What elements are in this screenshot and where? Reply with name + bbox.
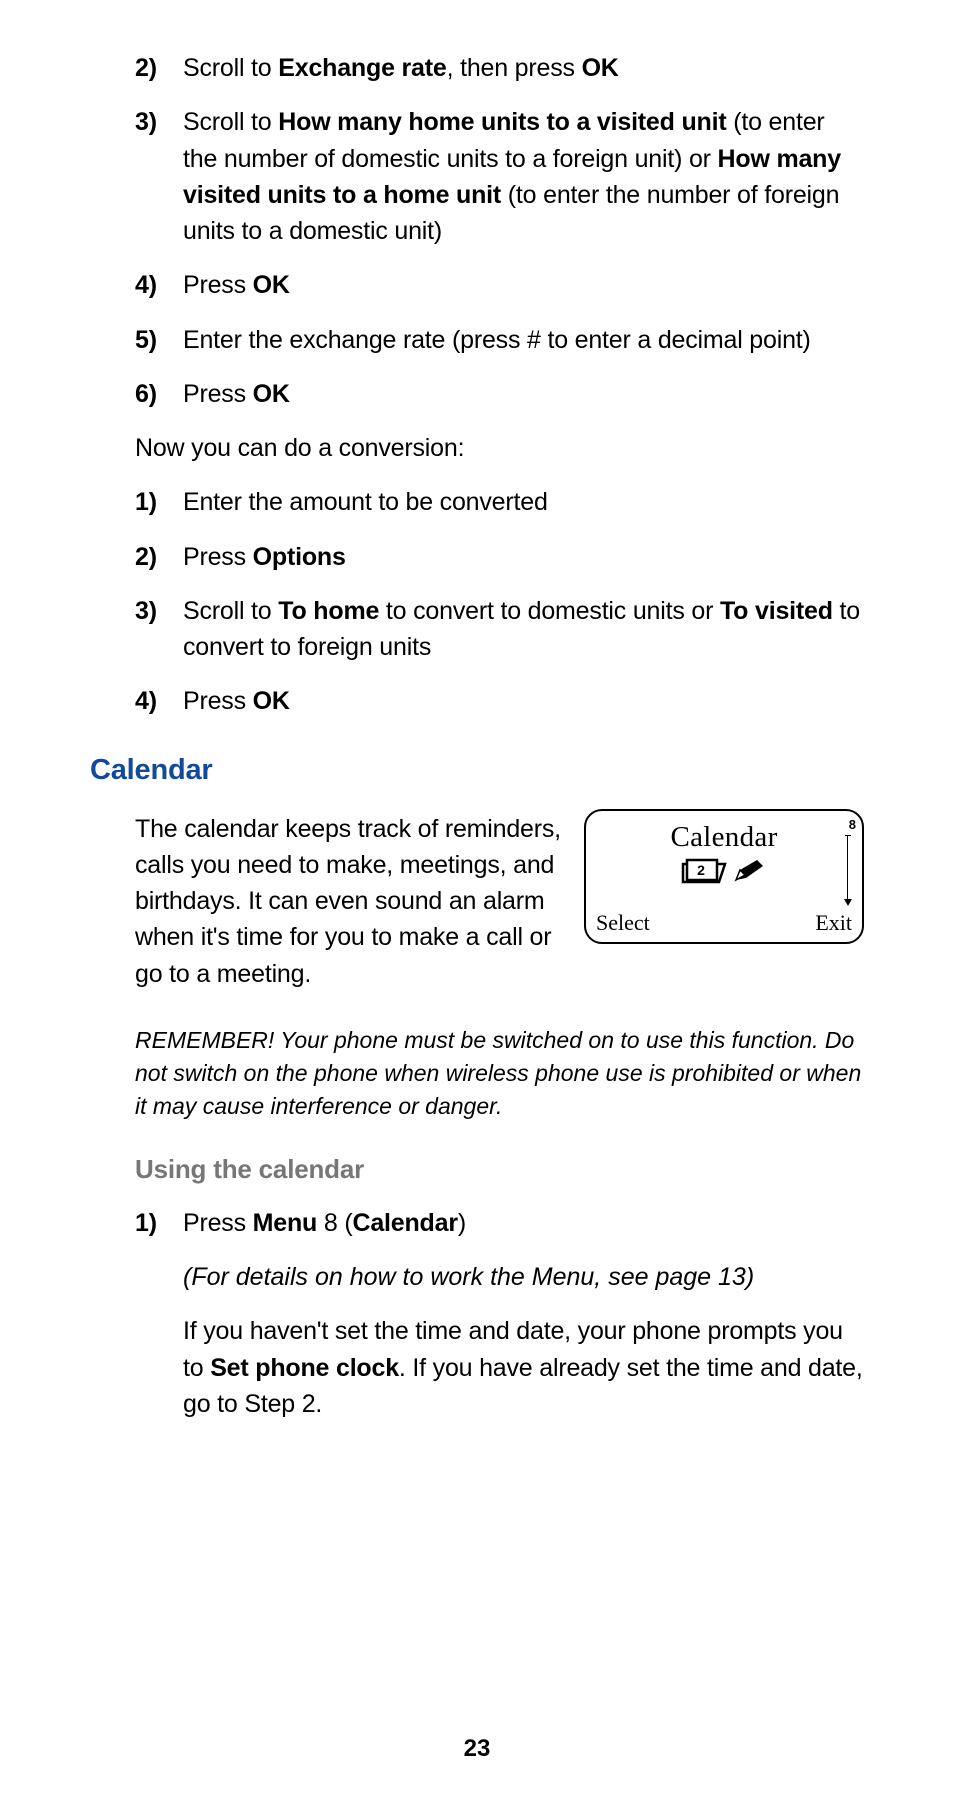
using-step-1: 1) Press Menu 8 (Calendar) [135,1205,864,1241]
menu-number: 8 [849,817,856,832]
step-a2: 2) Scroll to Exchange rate, then press O… [135,50,864,86]
step-text: Scroll to Exchange rate, then press OK [183,50,619,86]
phone-screen-icons: 2 [586,858,862,884]
phone-softkeys: Select Exit [596,910,852,936]
calendar-intro: The calendar keeps track of reminders, c… [135,811,562,992]
step-number: 3) [135,593,183,666]
step-number: 2) [135,50,183,86]
step-text: Press OK [183,267,290,303]
step-text: Enter the amount to be converted [183,484,548,520]
step-a6: 6) Press OK [135,376,864,412]
bridge-text: Now you can do a conversion: [135,430,864,466]
step-text: Scroll to How many home units to a visit… [183,104,864,249]
step-text: Press Options [183,539,346,575]
pencil-icon [733,858,767,884]
step-a3: 3) Scroll to How many home units to a vi… [135,104,864,249]
using-step-1-note: (For details on how to work the Menu, se… [183,1259,864,1295]
step-text: Scroll to To home to convert to domestic… [183,593,864,666]
phone-screen-title: Calendar [586,821,862,854]
step-a5: 5) Enter the exchange rate (press # to e… [135,322,864,358]
step-text: Press Menu 8 (Calendar) [183,1205,466,1241]
subsection-using-calendar: Using the calendar [135,1154,864,1185]
step-text: Press OK [183,376,290,412]
manual-page: 2) Scroll to Exchange rate, then press O… [0,0,954,1803]
svg-text:2: 2 [697,862,705,878]
using-step-1-para: If you haven't set the time and date, yo… [183,1313,864,1422]
step-b3: 3) Scroll to To home to convert to domes… [135,593,864,666]
remember-note: REMEMBER! Your phone must be switched on… [135,1024,864,1124]
softkey-exit: Exit [815,910,852,936]
step-number: 1) [135,484,183,520]
step-number: 6) [135,376,183,412]
calendar-page-icon: 2 [681,858,727,884]
step-number: 4) [135,267,183,303]
calendar-content: The calendar keeps track of reminders, c… [90,807,864,1423]
step-text: Enter the exchange rate (press # to ente… [183,322,811,358]
step-b4: 4) Press OK [135,683,864,719]
calendar-intro-row: The calendar keeps track of reminders, c… [135,807,864,1010]
step-b2: 2) Press Options [135,539,864,575]
step-a4: 4) Press OK [135,267,864,303]
step-b1: 1) Enter the amount to be converted [135,484,864,520]
softkey-select: Select [596,910,650,936]
step-number: 5) [135,322,183,358]
step-number: 1) [135,1205,183,1241]
page-number: 23 [0,1735,954,1763]
step-number: 4) [135,683,183,719]
phone-screen-illustration: Calendar 2 [584,809,864,944]
section-heading-calendar: Calendar [90,754,864,787]
step-text: Press OK [183,683,290,719]
step-number: 3) [135,104,183,249]
step-number: 2) [135,539,183,575]
content-area: 2) Scroll to Exchange rate, then press O… [90,50,864,720]
